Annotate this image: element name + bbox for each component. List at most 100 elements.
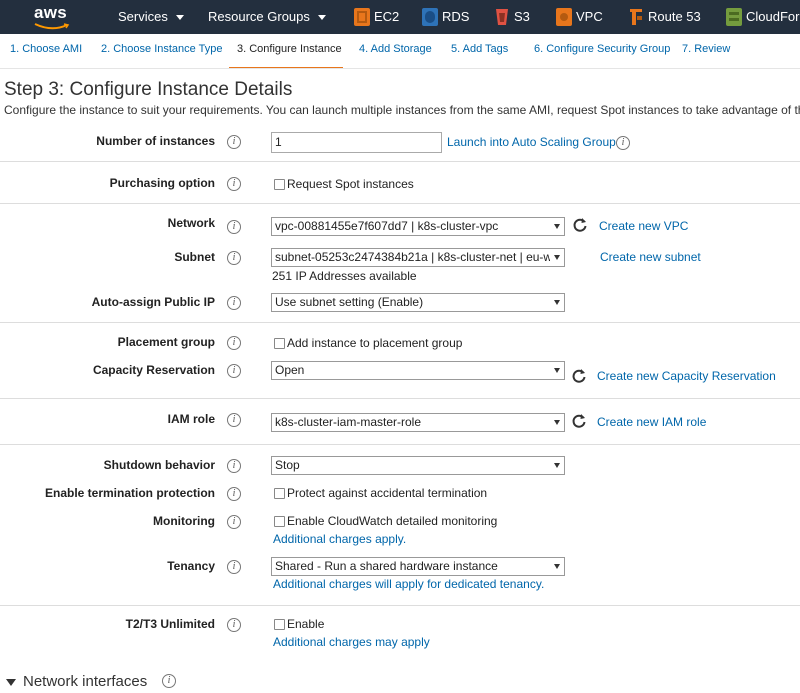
service-shortcut-label: S3 xyxy=(514,9,530,24)
number-of-instances-label: Number of instances xyxy=(96,134,215,148)
request-spot-checkbox[interactable] xyxy=(274,179,285,190)
tenancy-select[interactable]: Shared - Run a shared hardware instance xyxy=(271,557,565,576)
cloudwatch-monitoring-checkbox[interactable] xyxy=(274,516,285,527)
chevron-down-icon xyxy=(554,564,560,569)
service-shortcut-label: EC2 xyxy=(374,9,400,24)
t2t3-unlimited-checkbox-label: Enable xyxy=(287,617,325,631)
t2t3-unlimited-label: T2/T3 Unlimited xyxy=(125,617,215,631)
network-select[interactable]: vpc-00881455e7f607dd7 | k8s-cluster-vpc xyxy=(271,217,565,236)
subnet-label: Subnet xyxy=(174,250,215,264)
info-icon[interactable]: i xyxy=(227,413,241,427)
row-divider xyxy=(0,605,800,606)
info-icon[interactable]: i xyxy=(227,515,241,529)
subnet-select[interactable]: subnet-05253c2474384b21a | k8s-cluster-n… xyxy=(271,248,565,267)
chevron-down-icon xyxy=(554,255,560,260)
aws-smile-icon xyxy=(34,23,70,30)
chevron-down-icon xyxy=(554,420,560,425)
chevron-down-icon xyxy=(317,15,326,21)
tenancy-charges-link[interactable]: Additional charges will apply for dedica… xyxy=(273,577,544,591)
tab-add-storage[interactable]: 4. Add Storage xyxy=(359,43,432,55)
number-of-instances-input[interactable]: 1 xyxy=(271,132,442,153)
info-icon[interactable]: i xyxy=(227,487,241,501)
info-icon[interactable]: i xyxy=(227,220,241,234)
tenancy-value: Shared - Run a shared hardware instance xyxy=(275,559,498,573)
placement-group-checkbox-label: Add instance to placement group xyxy=(287,336,463,350)
row-divider xyxy=(0,398,800,399)
subnet-select-value: subnet-05253c2474384b21a | k8s-cluster-n… xyxy=(275,250,550,264)
chevron-down-icon xyxy=(554,368,560,373)
tenancy-label: Tenancy xyxy=(167,559,215,573)
tab-review[interactable]: 7. Review xyxy=(682,43,730,55)
resource-groups-menu-label: Resource Groups xyxy=(208,9,310,24)
route53-icon xyxy=(630,9,642,25)
vpc-icon xyxy=(556,8,572,26)
ec2-icon xyxy=(354,8,370,26)
cloudformation-icon xyxy=(726,8,742,26)
row-divider xyxy=(0,444,800,445)
placement-group-label: Placement group xyxy=(117,335,215,349)
create-new-subnet-link[interactable]: Create new subnet xyxy=(600,250,701,264)
info-icon[interactable]: i xyxy=(227,336,241,350)
termination-protection-label: Enable termination protection xyxy=(44,486,215,500)
info-icon[interactable]: i xyxy=(616,136,630,150)
service-shortcut-label: Route 53 xyxy=(648,9,701,24)
create-new-iam-role-link[interactable]: Create new IAM role xyxy=(597,415,706,429)
info-icon[interactable]: i xyxy=(227,560,241,574)
page-description: Configure the instance to suit your requ… xyxy=(4,103,800,117)
tab-choose-instance-type[interactable]: 2. Choose Instance Type xyxy=(101,43,223,55)
service-shortcut-label: CloudForm xyxy=(746,9,800,24)
shutdown-behavior-select[interactable]: Stop xyxy=(271,456,565,475)
service-shortcut-label: RDS xyxy=(442,9,470,24)
info-icon[interactable]: i xyxy=(227,459,241,473)
chevron-down-icon xyxy=(554,463,560,468)
create-new-vpc-link[interactable]: Create new VPC xyxy=(599,219,688,233)
auto-assign-ip-select[interactable]: Use subnet setting (Enable) xyxy=(271,293,565,312)
monitoring-charges-link[interactable]: Additional charges apply. xyxy=(273,532,406,546)
capacity-reservation-value: Open xyxy=(275,363,305,377)
termination-protection-checkbox-label: Protect against accidental termination xyxy=(287,486,488,500)
service-shortcut-label: VPC xyxy=(576,9,603,24)
auto-assign-ip-label: Auto-assign Public IP xyxy=(91,295,215,309)
row-divider xyxy=(0,322,800,323)
info-icon[interactable]: i xyxy=(227,251,241,265)
shutdown-behavior-value: Stop xyxy=(275,458,300,472)
t2t3-charges-link[interactable]: Additional charges may apply xyxy=(273,635,430,649)
wizard-tabs: 1. Choose AMI 2. Choose Instance Type 3.… xyxy=(0,34,800,69)
auto-assign-ip-value: Use subnet setting (Enable) xyxy=(275,295,424,309)
network-select-value: vpc-00881455e7f607dd7 | k8s-cluster-vpc xyxy=(275,219,499,233)
purchasing-option-label: Purchasing option xyxy=(109,176,215,190)
rds-icon xyxy=(422,8,438,26)
t2t3-unlimited-checkbox[interactable] xyxy=(274,619,285,630)
tab-add-tags[interactable]: 5. Add Tags xyxy=(451,43,508,55)
info-icon[interactable]: i xyxy=(162,674,176,688)
info-icon[interactable]: i xyxy=(227,177,241,191)
services-menu[interactable]: Services xyxy=(118,9,184,24)
refresh-icon[interactable] xyxy=(572,217,588,233)
caret-down-icon xyxy=(6,678,16,686)
info-icon[interactable]: i xyxy=(227,135,241,149)
tab-configure-security-group[interactable]: 6. Configure Security Group xyxy=(534,43,670,55)
subnet-ip-count: 251 IP Addresses available xyxy=(272,269,417,283)
launch-into-asg-link[interactable]: Launch into Auto Scaling Group xyxy=(447,135,616,149)
row-divider xyxy=(0,203,800,204)
refresh-icon[interactable] xyxy=(571,368,587,384)
aws-logo[interactable]: aws xyxy=(34,3,74,31)
page-title: Step 3: Configure Instance Details xyxy=(4,79,293,100)
chevron-down-icon xyxy=(175,15,184,21)
monitoring-label: Monitoring xyxy=(153,514,215,528)
network-interfaces-section-toggle[interactable]: Network interfaces xyxy=(6,673,147,690)
capacity-reservation-select[interactable]: Open xyxy=(271,361,565,380)
info-icon[interactable]: i xyxy=(227,296,241,310)
termination-protection-checkbox[interactable] xyxy=(274,488,285,499)
tab-choose-ami[interactable]: 1. Choose AMI xyxy=(10,43,82,55)
iam-role-value: k8s-cluster-iam-master-role xyxy=(275,415,422,429)
info-icon[interactable]: i xyxy=(227,618,241,632)
network-interfaces-heading: Network interfaces xyxy=(23,673,148,690)
iam-role-select[interactable]: k8s-cluster-iam-master-role xyxy=(271,413,565,432)
tab-configure-instance[interactable]: 3. Configure Instance xyxy=(237,43,342,55)
create-new-capacity-reservation-link[interactable]: Create new Capacity Reservation xyxy=(597,369,776,383)
resource-groups-menu[interactable]: Resource Groups xyxy=(208,9,326,24)
info-icon[interactable]: i xyxy=(227,364,241,378)
placement-group-checkbox[interactable] xyxy=(274,338,285,349)
refresh-icon[interactable] xyxy=(571,413,587,429)
